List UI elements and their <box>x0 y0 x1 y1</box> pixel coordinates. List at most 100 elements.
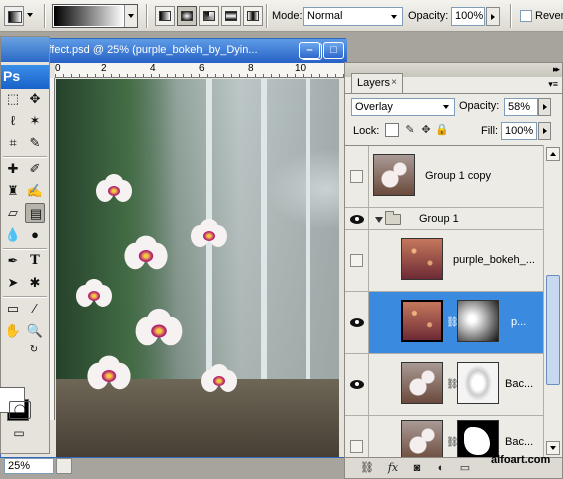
gradient-dropdown-icon[interactable] <box>124 5 137 27</box>
logo-text: Ps <box>3 68 21 84</box>
adjustment-layer-icon[interactable]: ◐ <box>433 461 449 475</box>
chain-link-icon[interactable]: ⛓ <box>446 436 459 450</box>
gradient-tool[interactable]: ▤ <box>25 203 45 223</box>
visibility-toggle[interactable] <box>345 230 369 291</box>
blend-mode-select[interactable]: Overlay <box>351 98 455 116</box>
scrollbar-thumb[interactable] <box>546 275 560 385</box>
expand-triangle-icon[interactable] <box>375 217 383 223</box>
healing-brush-tool[interactable]: ✚ <box>3 159 23 179</box>
add-mask-icon[interactable]: ◙ <box>409 461 425 475</box>
ruler-tick-label: 0 <box>55 63 61 74</box>
document-title-bar[interactable]: eh effect.psd @ 25% (purple_bokeh_by_Dyi… <box>1 39 347 63</box>
chain-link-icon[interactable]: ⛓ <box>446 316 459 330</box>
opacity-slider-button[interactable] <box>486 7 500 26</box>
collapse-arrows-icon[interactable]: ▸▸ <box>553 64 560 75</box>
visibility-toggle[interactable] <box>345 416 369 457</box>
brush-tool[interactable]: ✐ <box>25 159 45 179</box>
visibility-toggle[interactable] <box>345 146 369 207</box>
image-canvas[interactable] <box>56 79 339 457</box>
reverse-checkbox[interactable] <box>520 10 532 22</box>
layer-row[interactable]: Group 1 copy <box>345 146 543 208</box>
hand-tool[interactable]: ✋ <box>3 321 23 341</box>
horizontal-ruler[interactable]: 0 2 4 6 8 10 <box>55 63 347 78</box>
maximize-button[interactable]: □ <box>323 42 344 59</box>
eraser-tool[interactable]: ▱ <box>3 203 23 223</box>
scroll-up-button[interactable] <box>546 147 560 161</box>
layers-scrollbar[interactable] <box>543 145 562 457</box>
reflected-gradient-button[interactable] <box>221 6 241 26</box>
visibility-toggle[interactable] <box>345 292 369 353</box>
swap-arrow-icon: ↻ <box>29 344 39 355</box>
quick-mask-button[interactable]: ◯ <box>9 401 31 419</box>
path-selection-tool[interactable]: ➤ <box>3 273 23 293</box>
visibility-toggle[interactable] <box>345 208 369 229</box>
layer-thumbnail <box>401 300 443 342</box>
lasso-icon: ℓ <box>10 113 16 128</box>
tool-preset-dropdown-icon[interactable] <box>27 13 33 17</box>
layer-mask-thumbnail[interactable] <box>457 420 499 457</box>
eyedropper-tool[interactable]: ⁄ <box>25 299 45 319</box>
shape-tool[interactable]: ✱ <box>25 273 45 293</box>
mode-select[interactable]: Normal <box>303 7 403 26</box>
toolbox-separator <box>3 156 47 158</box>
document-window: eh effect.psd @ 25% (purple_bokeh_by_Dyi… <box>0 38 347 458</box>
opacity-input[interactable]: 100% <box>451 7 485 26</box>
marquee-tool[interactable]: ⬚ <box>3 89 23 109</box>
chain-link-icon[interactable]: ⛓ <box>446 378 459 392</box>
swap-colors-button[interactable]: ↻ <box>27 343 41 357</box>
screen-mode-button[interactable]: ▭ <box>9 425 33 443</box>
layer-opacity-label: Opacity: <box>459 100 500 112</box>
layer-row-selected[interactable]: ⛓ p... <box>345 292 543 354</box>
tab-layers[interactable]: Layers × <box>351 73 403 93</box>
link-layers-icon[interactable]: ⛓ <box>359 461 375 475</box>
layer-mask-thumbnail[interactable] <box>457 300 499 342</box>
layer-row[interactable]: ⛓ Bac... <box>345 354 543 416</box>
layer-mask-thumbnail[interactable] <box>457 362 499 404</box>
window-frame <box>306 79 310 379</box>
zoom-level-input[interactable]: 25% <box>4 458 54 474</box>
diamond-gradient-button[interactable] <box>243 6 263 26</box>
fill-slider-button[interactable] <box>538 122 551 140</box>
clone-stamp-tool[interactable]: ♜ <box>3 181 23 201</box>
radial-gradient-button[interactable] <box>177 6 197 26</box>
toolbox-title-bar[interactable] <box>1 37 49 62</box>
layer-opacity-slider-button[interactable] <box>538 98 551 116</box>
magic-wand-tool[interactable]: ✶ <box>25 111 45 131</box>
dodge-tool[interactable]: ● <box>25 225 45 245</box>
layer-style-fx-icon[interactable]: fx <box>385 461 401 475</box>
linear-gradient-button[interactable] <box>155 6 175 26</box>
gradient-preview[interactable] <box>54 6 124 26</box>
fill-input[interactable]: 100% <box>501 122 537 140</box>
pen-tool[interactable]: ✒ <box>3 251 23 271</box>
new-group-icon[interactable]: ▭ <box>457 461 473 475</box>
blur-tool[interactable]: 💧 <box>3 225 23 245</box>
vertical-ruler[interactable] <box>50 78 55 420</box>
layer-opacity-input[interactable]: 58% <box>504 98 538 116</box>
layer-row[interactable]: purple_bokeh_... <box>345 230 543 292</box>
history-brush-tool[interactable]: ✍ <box>25 181 45 201</box>
notes-icon: ▭ <box>6 301 20 316</box>
gradient-tool-preset-icon[interactable] <box>4 6 24 26</box>
scroll-down-button[interactable] <box>546 441 560 455</box>
tab-close-icon[interactable]: × <box>391 77 397 88</box>
notes-tool[interactable]: ▭ <box>3 299 23 319</box>
slice-tool[interactable]: ✎ <box>25 133 45 153</box>
move-tool[interactable]: ✥ <box>25 89 45 109</box>
visibility-toggle[interactable] <box>345 354 369 415</box>
lock-all-icon[interactable]: 🔒 <box>435 123 449 137</box>
lock-brush-icon[interactable]: ✎ <box>403 123 417 137</box>
zoom-tool[interactable]: 🔍 <box>25 321 45 341</box>
fill-label: Fill: <box>481 125 499 137</box>
lock-position-icon[interactable]: ✥ <box>419 123 433 137</box>
lasso-tool[interactable]: ℓ <box>3 111 23 131</box>
type-tool[interactable]: T <box>25 251 45 271</box>
minimize-button[interactable]: – <box>299 42 320 59</box>
panel-menu-icon[interactable]: ▾≡ <box>548 79 558 90</box>
layer-row[interactable]: ⛓ Bac... <box>345 416 543 457</box>
gradient-picker[interactable] <box>52 4 138 28</box>
document-info-button[interactable] <box>56 458 72 474</box>
angle-gradient-button[interactable] <box>199 6 219 26</box>
lock-transparency-icon[interactable] <box>385 123 399 137</box>
crop-tool[interactable]: ⌗ <box>3 133 23 153</box>
layer-group-row[interactable]: Group 1 <box>345 208 543 230</box>
